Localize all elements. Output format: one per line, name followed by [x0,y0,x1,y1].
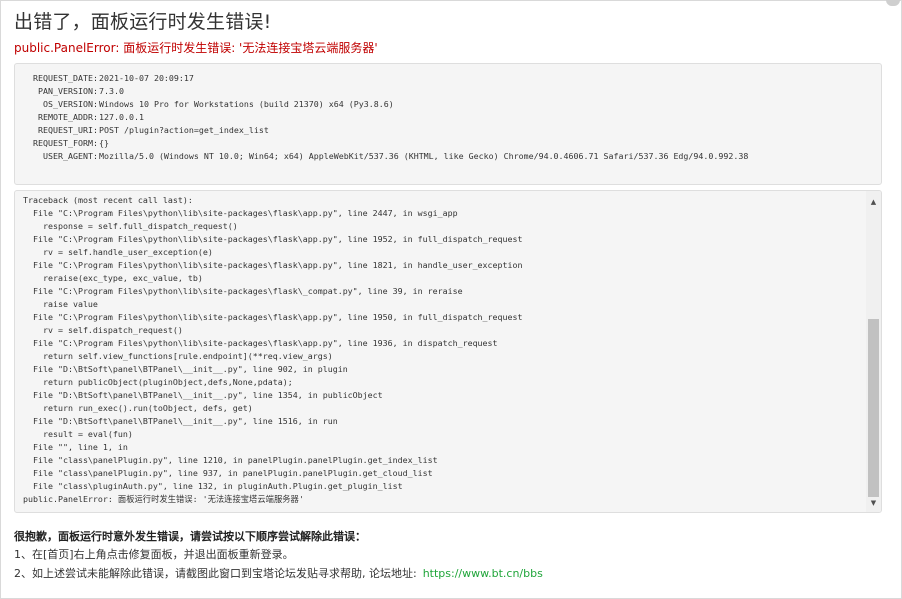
request-info-key: REQUEST_DATE [33,73,93,83]
traceback-line: File "C:\Program Files\python\lib\site-p… [23,260,523,270]
forum-link[interactable]: https://www.bt.cn/bbs [423,567,543,580]
request-info-row: OS_VERSION: Windows 10 Pro for Workstatio… [23,98,873,111]
request-info-value: Windows 10 Pro for Workstations (build 2… [99,99,394,109]
traceback-line: File "C:\Program Files\python\lib\site-p… [23,208,458,218]
request-info-key: REMOTE_ADDR [38,112,93,122]
traceback-line: File "D:\BtSoft\panel\BTPanel\__init__.p… [23,364,348,374]
traceback-line: Traceback (most recent call last): [23,195,193,205]
traceback-line: File "", line 1, in [23,442,128,452]
traceback-line: raise value [23,299,98,309]
traceback-line: return run_exec().run(toObject, defs, ge… [23,403,253,413]
traceback-line: File "C:\Program Files\python\lib\site-p… [23,312,523,322]
error-summary: public.PanelError: 面板运行时发生错误: '无法连接宝塔云端服… [14,41,378,55]
request-info-key: REQUEST_FORM [33,138,93,148]
traceback-scrollbar[interactable]: ▲ ▼ [866,191,881,512]
traceback-line: File "D:\BtSoft\panel\BTPanel\__init__.p… [23,390,383,400]
traceback-panel[interactable]: Traceback (most recent call last): File … [14,190,882,513]
help-step-2-text: 2、如上述尝试未能解除此错误，请截图此窗口到宝塔论坛发贴寻求帮助, 论坛地址: [14,567,417,580]
traceback-line: return publicObject(pluginObject,defs,No… [23,377,293,387]
traceback-line: reraise(exc_type, exc_value, tb) [23,273,203,283]
page-title: 出错了，面板运行时发生错误! [14,11,272,33]
request-info-row: PAN_VERSION:7.3.0 [23,85,873,98]
traceback-line: rv = self.handle_user_exception(e) [23,247,213,257]
traceback-line: File "C:\Program Files\python\lib\site-p… [23,338,498,348]
request-info-key: OS_VERSION [43,99,93,109]
request-info-key: REQUEST_URI [38,125,93,135]
scroll-down-icon[interactable]: ▼ [866,496,881,510]
help-step-1: 1、在[首页]右上角点击修复面板，并退出面板重新登录。 [14,548,294,561]
request-info-value: POST /plugin?action=get_index_list [99,125,269,135]
traceback-line: File "class\panelPlugin.py", line 1210, … [23,455,438,465]
request-info-row: REQUEST_URI: POST /plugin?action=get_inde… [23,124,873,137]
request-info-panel: REQUEST_DATE:2021-10-07 20:09:17 PAN_VERS… [14,63,882,185]
request-info-row: REMOTE_ADDR:127.0.0.1 [23,111,873,124]
help-heading: 很抱歉，面板运行时意外发生错误，请尝试按以下顺序尝试解除此错误： [14,530,366,543]
request-info-value: 127.0.0.1 [99,112,144,122]
request-info-value: 2021-10-07 20:09:17 [99,73,194,83]
request-info-value: Mozilla/5.0 (Windows NT 10.0; Win64; x64… [99,151,749,161]
traceback-line: File "C:\Program Files\python\lib\site-p… [23,286,463,296]
request-info-row: REQUEST_DATE:2021-10-07 20:09:17 [23,72,873,85]
request-info-key: PAN_VERSION [38,86,93,96]
traceback-line: result = eval(fun) [23,429,133,439]
traceback-line: rv = self.dispatch_request() [23,325,183,335]
traceback-line: File "C:\Program Files\python\lib\site-p… [23,234,523,244]
traceback-line: return self.view_functions[rule.endpoint… [23,351,333,361]
scroll-up-icon[interactable]: ▲ [866,195,881,209]
traceback-text: Traceback (most recent call last): File … [23,194,863,506]
traceback-line: File "class\panelPlugin.py", line 937, i… [23,468,433,478]
help-step-2: 2、如上述尝试未能解除此错误，请截图此窗口到宝塔论坛发贴寻求帮助, 论坛地址: h… [14,565,543,581]
traceback-line: public.PanelError: 面板运行时发生错误: '无法连接宝塔云端服… [23,494,304,504]
request-info-value: {} [99,138,109,148]
scroll-thumb[interactable] [868,319,879,497]
traceback-line: File "class\pluginAuth.py", line 132, in… [23,481,403,491]
request-info-row: REQUEST_FORM:{} [23,137,873,150]
request-info-key: USER_AGENT [43,151,93,161]
request-info-value: 7.3.0 [99,86,124,96]
request-info-row: USER_AGENT: Mozilla/5.0 (Windows NT 10.0;… [23,150,873,163]
traceback-line: File "D:\BtSoft\panel\BTPanel\__init__.p… [23,416,338,426]
traceback-line: response = self.full_dispatch_request() [23,221,238,231]
